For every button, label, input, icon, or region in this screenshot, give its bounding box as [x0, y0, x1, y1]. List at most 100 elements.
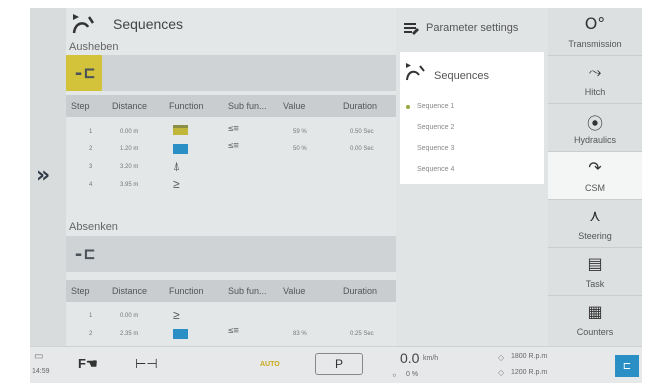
row-step: 1 [89, 313, 93, 319]
table-row[interactable]: 1 0.00 m ≤≡ 59 % 0.50 Sec [66, 124, 396, 142]
parameter-settings-title: Parameter settings [426, 22, 519, 34]
col-subfunction: Sub fun... [228, 101, 267, 111]
hitch-icon: ⤳ [588, 62, 602, 81]
pto-rpm-icon: ◇ [498, 368, 505, 377]
sidebar-item-csm[interactable]: ↷ CSM [548, 152, 642, 200]
col-duration: Duration [343, 286, 378, 296]
turn-icon: ≥ [173, 177, 180, 191]
hitch-icon [173, 329, 188, 339]
row-distance: 2.35 m [120, 331, 139, 337]
auto-badge: AUTO [260, 361, 280, 368]
table-row[interactable]: 4 3.95 m ≥ [66, 177, 396, 195]
row-distance: 1.20 m [120, 146, 139, 152]
sidebar-item-label: Hitch [584, 87, 606, 97]
parameter-settings-header[interactable]: Parameter settings [396, 8, 548, 50]
row-value: 83 % [293, 331, 307, 337]
col-value: Value [283, 286, 306, 296]
lower-table-header: Step Distance Function Sub fun... Value … [66, 280, 396, 302]
row-step: 3 [89, 164, 93, 170]
col-duration: Duration [343, 101, 378, 111]
raise-mode-button[interactable]: -⊏ [66, 55, 102, 91]
sidebar: O° Transmission ⤳ Hitch ⦿ Hydraulics ↷ C… [548, 8, 642, 346]
row-duration: 0.00 Sec [350, 146, 374, 152]
sequence-item-2[interactable]: Sequence 2 [400, 123, 544, 137]
row-step: 4 [89, 182, 93, 188]
row-duration: 0.25 Sec [350, 331, 374, 337]
page-title: Sequences [113, 16, 184, 32]
selected-dot-icon [406, 105, 410, 109]
axle-icon[interactable]: ⊢⊣ [135, 356, 158, 372]
row-distance: 3.20 m [120, 164, 139, 170]
sidebar-item-steering[interactable]: ⋏ Steering [548, 200, 642, 248]
table-row[interactable]: 2 2.35 m ≤≡ 83 % 0.25 Sec [66, 326, 396, 344]
sidebar-item-label: Transmission [568, 39, 622, 49]
col-step: Step [71, 286, 90, 296]
table-row[interactable]: 3 3.20 m ⍋ [66, 159, 396, 177]
left-strip: » [30, 8, 66, 346]
col-subfunction: Sub fun... [228, 286, 267, 296]
hand-control-icon[interactable]: F☚ [78, 356, 98, 372]
lower-mode-button[interactable]: -⊏ [66, 236, 102, 272]
col-function: Function [169, 101, 204, 111]
sidebar-item-label: Steering [578, 231, 612, 241]
park-indicator: P [315, 353, 363, 375]
sequences-icon [72, 14, 95, 34]
raise-toolbar: -⊏ [66, 55, 396, 91]
turn-icon: ≥ [173, 308, 180, 322]
sidebar-item-counters[interactable]: ▦ Counters [548, 296, 642, 344]
sidebar-item-transmission[interactable]: O° Transmission [548, 8, 642, 56]
hitch-icon [173, 144, 188, 154]
clock-time: 14:59 [32, 368, 50, 375]
sidebar-item-label: Counters [576, 327, 614, 337]
sidebar-item-label: CSM [585, 183, 605, 193]
row-step: 2 [89, 146, 93, 152]
sidebar-item-task[interactable]: ▤ Task [548, 248, 642, 296]
lower-mode-icon: -⊏ [73, 243, 95, 265]
steering-icon: ⋏ [589, 206, 601, 225]
sidebar-item-hydraulics[interactable]: ⦿ Hydraulics [548, 104, 642, 152]
sidebar-item-label: Task [585, 279, 605, 289]
sequence-label: Sequence 1 [417, 103, 455, 110]
row-distance: 0.00 m [120, 129, 139, 135]
row-distance: 3.95 m [120, 182, 139, 188]
expand-panel-icon[interactable]: » [36, 163, 50, 188]
hitch-up-icon [173, 125, 188, 135]
speed-value: 0.0 [400, 350, 420, 366]
row-step: 1 [89, 129, 93, 135]
counters-icon: ▦ [587, 302, 603, 321]
speed-unit: km/h [423, 355, 439, 362]
sequence-editor: Sequences Ausheben -⊏ Step Distance Func… [66, 8, 396, 346]
page-title-bar: Sequences [66, 8, 396, 38]
csm-icon: ↷ [588, 158, 602, 177]
table-row[interactable]: 2 1.20 m ≤≡ 50 % 0.00 Sec [66, 141, 396, 159]
raise-mode-icon: -⊏ [73, 62, 95, 84]
sequence-dropdown: Sequences Sequence 1 Sequence 2 Sequence… [400, 52, 544, 184]
row-step: 2 [89, 331, 93, 337]
raise-table-header: Step Distance Function Sub fun... Value … [66, 95, 396, 117]
plough-icon: ⍋ [173, 159, 181, 173]
row-value: 50 % [293, 146, 307, 152]
row-distance: 0.00 m [120, 313, 139, 319]
row-duration: 0.50 Sec [350, 129, 374, 135]
hydraulics-icon: ⦿ [586, 114, 603, 133]
sequences-icon [406, 63, 425, 81]
hitch-status-icon[interactable]: ⊏ [615, 355, 639, 377]
sequence-label: Sequence 2 [417, 124, 455, 131]
subfunction-icon: ≤≡ [228, 141, 239, 151]
settings-list-icon [404, 23, 419, 35]
lower-toolbar: -⊏ [66, 236, 396, 272]
col-value: Value [283, 101, 306, 111]
col-function: Function [169, 286, 204, 296]
sidebar-item-hitch[interactable]: ⤳ Hitch [548, 56, 642, 104]
status-bar: ▭ 14:59 F☚ ⊢⊣ AUTO P 0.0 km/h ⸰ 0 % ◇ 18… [30, 346, 642, 383]
sequence-item-1[interactable]: Sequence 1 [400, 102, 544, 116]
transmission-icon: O° [584, 14, 606, 33]
sequence-item-4[interactable]: Sequence 4 [400, 165, 544, 179]
battery-icon: ▭ [34, 351, 44, 362]
table-row[interactable]: 1 0.00 m ≥ [66, 308, 396, 326]
slip-value: 0 % [406, 371, 419, 378]
sequence-label: Sequence 3 [417, 145, 455, 152]
row-value: 59 % [293, 129, 307, 135]
engine-rpm-icon: ◇ [498, 353, 505, 362]
sequence-item-3[interactable]: Sequence 3 [400, 144, 544, 158]
